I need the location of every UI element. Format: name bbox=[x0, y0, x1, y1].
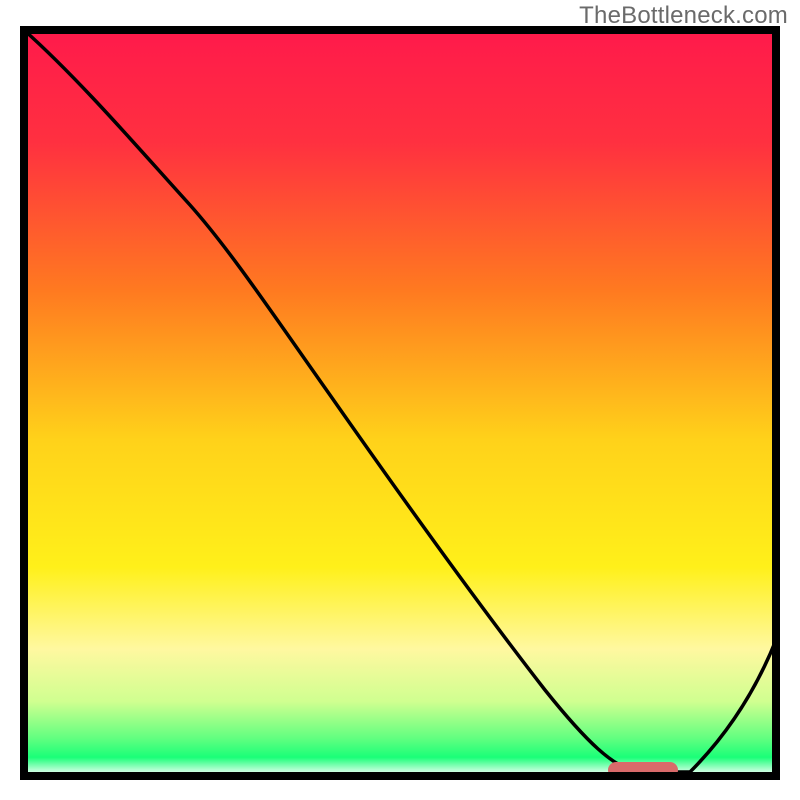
gradient-background bbox=[24, 30, 776, 776]
chart-svg bbox=[0, 0, 800, 800]
watermark-text: TheBottleneck.com bbox=[579, 2, 788, 30]
bottleneck-chart: TheBottleneck.com bbox=[0, 0, 800, 800]
plot-area bbox=[24, 30, 776, 778]
